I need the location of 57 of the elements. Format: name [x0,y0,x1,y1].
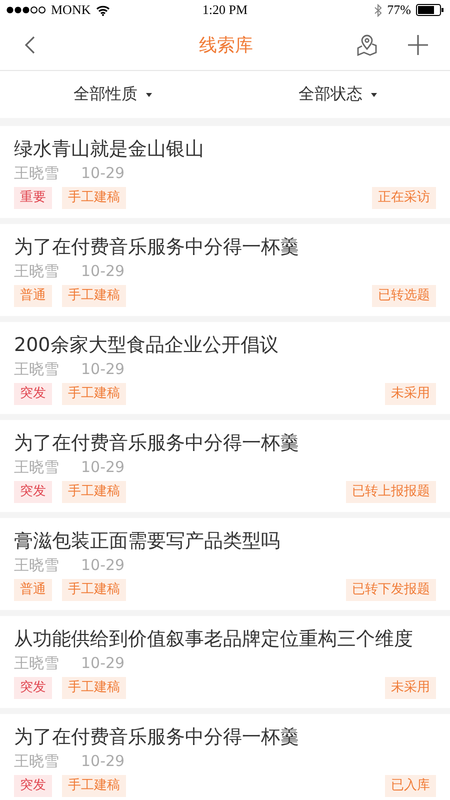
clue-date: 10-29 [81,555,125,575]
clue-title[interactable]: 为了在付费音乐服务中分得一杯羹 [14,234,436,260]
carrier-name: MONK [51,2,91,18]
priority-tag: 重要 [14,187,52,209]
wifi-icon [96,4,110,16]
clue-date: 10-29 [81,457,125,477]
status-tag: 未采用 [385,383,436,405]
filter-dropdown[interactable]: 全部状态 [225,71,450,118]
source-tag: 手工建稿 [62,677,126,699]
caret-icon [146,92,152,96]
status-tag: 已入库 [385,775,436,797]
source-tag: 手工建稿 [62,285,126,307]
status-tag: 正在采访 [372,187,436,209]
page-title: 线索库 [198,34,254,57]
status-tag: 未采用 [385,677,436,699]
author-name: 王晓雪 [14,457,59,477]
priority-tag: 突发 [14,481,52,503]
battery-icon [416,4,444,16]
source-tag: 手工建稿 [62,383,126,405]
signal-icon [6,6,46,14]
priority-tag: 突发 [14,383,52,405]
clue-date: 10-29 [81,261,125,281]
clue-title[interactable]: 绿水青山就是金山银山 [14,136,436,162]
status-tag: 已转上报报题 [346,481,436,503]
add-button[interactable] [408,35,428,55]
priority-tag: 普通 [14,579,52,601]
bluetooth-icon [374,4,382,16]
author-name: 王晓雪 [14,653,59,673]
clue-title[interactable]: 膏滋包装正面需要写产品类型吗 [14,528,436,554]
clue-date: 10-29 [81,163,125,183]
filter-dropdown[interactable]: 全部性质 [0,71,225,118]
map-pin-button[interactable] [356,34,378,56]
status-tag: 已转选题 [372,285,436,307]
author-name: 王晓雪 [14,261,59,281]
clue-date: 10-29 [81,653,125,673]
back-button[interactable] [24,35,36,55]
priority-tag: 普通 [14,285,52,307]
priority-tag: 突发 [14,775,52,797]
clue-title[interactable]: 为了在付费音乐服务中分得一杯羹 [14,724,436,750]
source-tag: 手工建稿 [62,775,126,797]
clock: 1:20 PM [202,2,248,18]
clue-title[interactable]: 从功能供给到价值叙事老品牌定位重构三个维度 [14,626,436,652]
source-tag: 手工建稿 [62,481,126,503]
author-name: 王晓雪 [14,163,59,183]
author-name: 王晓雪 [14,359,59,379]
author-name: 王晓雪 [14,555,59,575]
clue-title[interactable]: 200余家大型食品企业公开倡议 [14,332,436,358]
source-tag: 手工建稿 [62,579,126,601]
status-tag: 已转下发报题 [346,579,436,601]
caret-icon [370,92,376,96]
battery-percent: 77% [387,2,411,18]
clue-date: 10-29 [81,751,125,771]
priority-tag: 突发 [14,677,52,699]
author-name: 王晓雪 [14,751,59,771]
clue-title[interactable]: 为了在付费音乐服务中分得一杯羹 [14,430,436,456]
source-tag: 手工建稿 [62,187,126,209]
clue-date: 10-29 [81,359,125,379]
